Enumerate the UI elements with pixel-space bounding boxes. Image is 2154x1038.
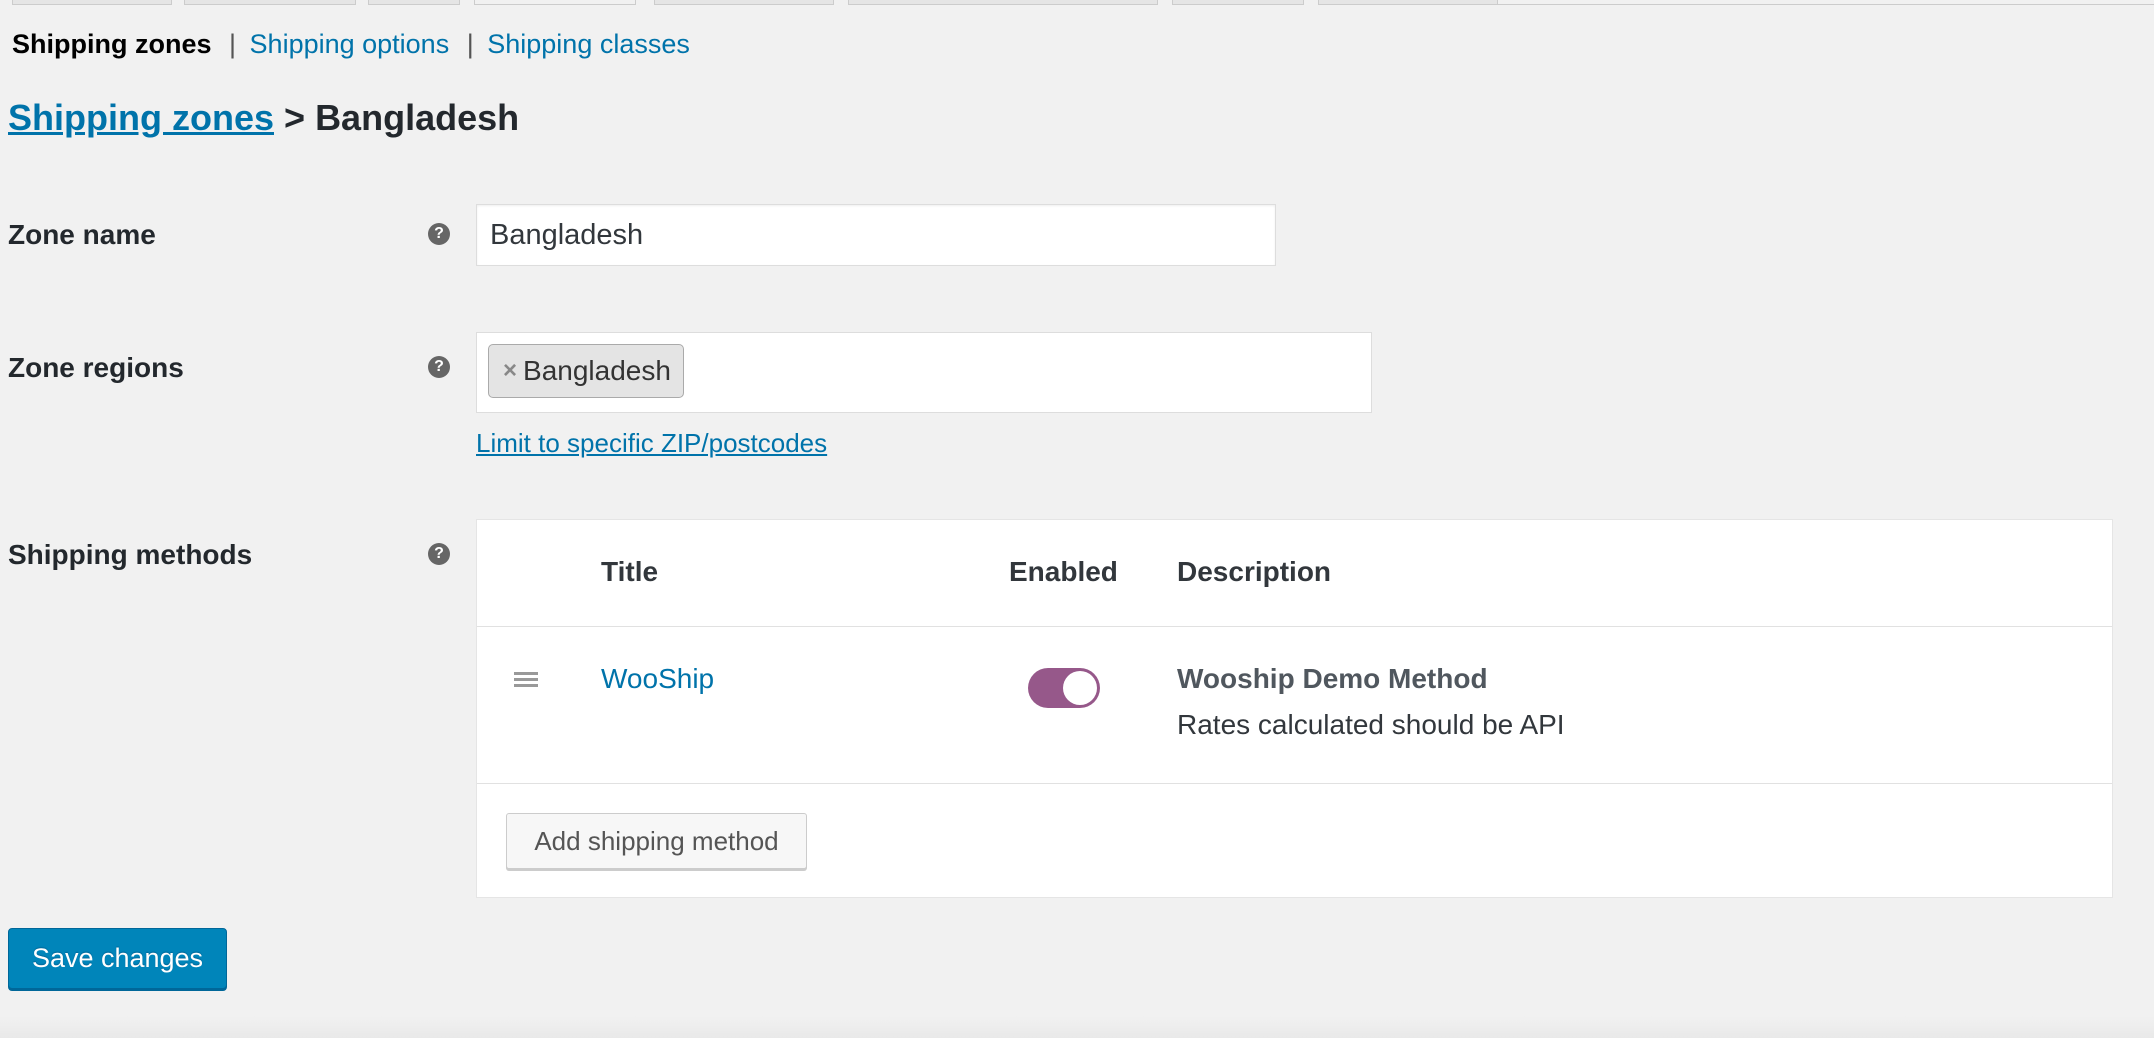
method-title-link[interactable]: WooShip [601, 663, 714, 695]
subnav-shipping-options-link[interactable]: Shipping options [250, 29, 450, 59]
subnav-shipping-classes-link[interactable]: Shipping classes [487, 29, 690, 59]
column-header-description: Description [1177, 556, 1332, 587]
footer-shade [0, 1016, 2154, 1038]
toggle-knob [1063, 671, 1097, 705]
region-chip: × Bangladesh [488, 344, 684, 398]
subnav-shipping-zones-current: Shipping zones [12, 29, 212, 59]
zone-name-label: Zone name [8, 219, 156, 250]
zone-regions-label: Zone regions [8, 352, 184, 383]
column-header-enabled: Enabled [1009, 556, 1118, 587]
region-chip-label: Bangladesh [523, 355, 671, 386]
table-header-row: Title Enabled Description [477, 520, 2112, 627]
method-description-text: Rates calculated should be API [1177, 709, 1565, 740]
page-heading: Shipping zones > Bangladesh [8, 96, 519, 140]
top-tabs [0, 0, 2154, 6]
shipping-methods-label: Shipping methods [8, 539, 253, 570]
tab-cutoff-4[interactable] [474, 0, 636, 5]
tab-cutoff-7[interactable] [1172, 0, 1304, 5]
column-header-title: Title [601, 556, 659, 587]
limit-postcodes-link[interactable]: Limit to specific ZIP/postcodes [476, 428, 827, 459]
save-changes-button[interactable]: Save changes [8, 928, 227, 989]
table-row: WooShip Wooship Demo Method Rates calcul… [477, 627, 2112, 784]
help-icon[interactable]: ? [428, 356, 450, 378]
shipping-subnav: Shipping zones | Shipping options | Ship… [12, 28, 690, 60]
tab-cutoff-6[interactable] [848, 0, 1158, 5]
tab-cutoff-8[interactable] [1318, 0, 1498, 5]
remove-chip-icon[interactable]: × [503, 357, 517, 385]
tab-cutoff-2[interactable] [184, 0, 356, 5]
subnav-separator: | [229, 29, 237, 59]
method-enabled-toggle[interactable] [1028, 668, 1100, 708]
help-icon[interactable]: ? [428, 223, 450, 245]
add-shipping-method-button[interactable]: Add shipping method [506, 813, 807, 869]
breadcrumb-separator: > [284, 97, 306, 138]
drag-handle-icon[interactable] [514, 672, 538, 688]
tab-cutoff-1[interactable] [12, 0, 172, 5]
subnav-separator: | [466, 29, 474, 59]
breadcrumb-shipping-zones-link[interactable]: Shipping zones [8, 97, 274, 138]
zone-regions-select[interactable]: × Bangladesh [476, 332, 1372, 413]
tab-cutoff-3[interactable] [368, 0, 460, 5]
tab-cutoff-5[interactable] [654, 0, 834, 5]
zone-name-input[interactable] [476, 204, 1276, 266]
method-description-title: Wooship Demo Method [1177, 663, 1488, 694]
shipping-methods-table: Title Enabled Description WooShip Wooshi… [476, 519, 2113, 898]
breadcrumb-zone-name: Bangladesh [315, 97, 520, 138]
help-icon[interactable]: ? [428, 543, 450, 565]
